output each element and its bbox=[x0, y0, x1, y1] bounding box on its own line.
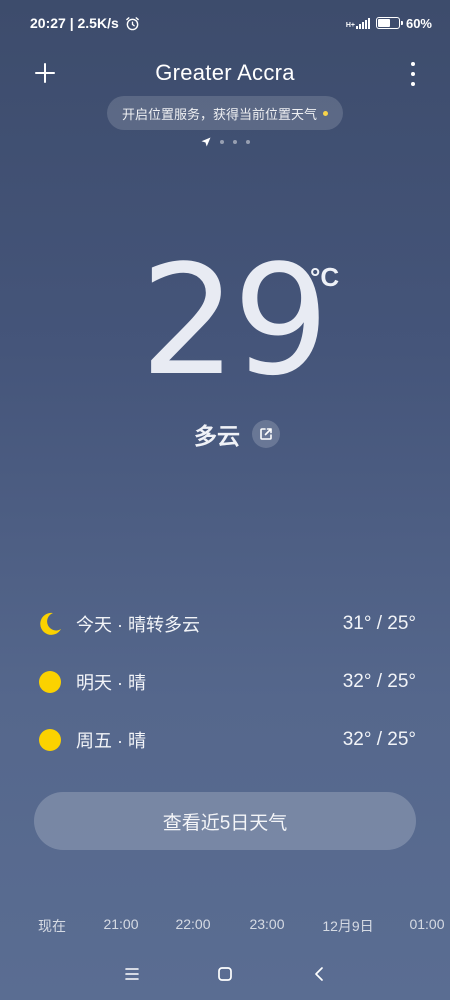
sun-icon bbox=[39, 671, 61, 693]
forecast-label: 明天 · 晴 bbox=[76, 673, 146, 693]
crescent-moon-icon bbox=[40, 612, 61, 635]
hour-label: 现在 bbox=[38, 918, 66, 934]
menu-icon[interactable] bbox=[117, 962, 147, 986]
forecast-row-friday[interactable]: 周五 · 晴 32° / 25° bbox=[0, 720, 450, 760]
page-dot[interactable] bbox=[219, 140, 224, 144]
forecast-row-today[interactable]: 今天 · 晴转多云 31° / 25° bbox=[0, 604, 450, 644]
signal-indicator: H+ bbox=[345, 17, 370, 29]
hour-label: 01:00 bbox=[409, 916, 445, 932]
location-banner-text: 开启位置服务，获得当前位置天气 bbox=[121, 106, 317, 122]
hour-label: 22:00 bbox=[175, 916, 211, 932]
current-condition: 多云 bbox=[194, 423, 240, 449]
location-arrow-icon[interactable] bbox=[201, 137, 211, 147]
forecast-temps: 32° / 25° bbox=[342, 671, 416, 692]
back-icon[interactable] bbox=[304, 962, 334, 986]
temperature-unit: °C bbox=[310, 262, 340, 292]
five-day-forecast-button[interactable]: 查看近5日天气 bbox=[34, 792, 416, 850]
current-condition-row: 多云 bbox=[0, 417, 450, 451]
status-bar: 20:27 | 2.5K/s H+ 60% bbox=[0, 0, 450, 46]
home-icon[interactable] bbox=[210, 962, 240, 986]
forecast-row-tomorrow[interactable]: 明天 · 晴 32° / 25° bbox=[0, 662, 450, 702]
hour-label: 12月9日 bbox=[322, 918, 374, 934]
notification-dot-icon bbox=[323, 110, 328, 116]
share-button[interactable] bbox=[252, 420, 280, 448]
status-time: 20:27 | 2.5K/s bbox=[30, 15, 119, 31]
hour-label: 23:00 bbox=[249, 916, 285, 932]
hour-label: 21:00 bbox=[103, 916, 139, 932]
more-options-button[interactable] bbox=[408, 62, 418, 86]
forecast-temps: 32° / 25° bbox=[342, 729, 416, 750]
current-temperature: 29 bbox=[140, 232, 329, 409]
forecast-label: 今天 · 晴转多云 bbox=[76, 615, 200, 635]
external-link-icon bbox=[260, 428, 272, 440]
status-right: H+ 60% bbox=[346, 16, 432, 31]
city-title: Greater Accra bbox=[155, 60, 295, 85]
battery-fill bbox=[377, 19, 390, 27]
page-dot[interactable] bbox=[245, 140, 250, 144]
more-dot bbox=[411, 82, 415, 86]
forecast-label: 周五 · 晴 bbox=[76, 731, 146, 751]
sun-icon bbox=[39, 729, 61, 751]
header: Greater Accra bbox=[0, 56, 450, 96]
hourly-forecast-strip[interactable]: 现在 21:00 22:00 23:00 12月9日 01:00 bbox=[0, 916, 450, 946]
network-type-label: H+ bbox=[345, 21, 355, 29]
page-dot[interactable] bbox=[232, 140, 237, 144]
page-indicators bbox=[0, 136, 450, 148]
more-dot bbox=[411, 72, 415, 76]
status-left: 20:27 | 2.5K/s bbox=[30, 15, 140, 31]
forecast-temps: 31° / 25° bbox=[342, 613, 416, 634]
battery-icon bbox=[375, 17, 403, 29]
signal-bars-icon bbox=[355, 17, 370, 29]
more-dot bbox=[411, 62, 415, 66]
alarm-icon bbox=[125, 16, 139, 30]
system-navigation-bar bbox=[0, 950, 450, 1000]
battery-percent: 60% bbox=[405, 15, 432, 31]
location-service-banner[interactable]: 开启位置服务，获得当前位置天气 bbox=[107, 96, 343, 130]
